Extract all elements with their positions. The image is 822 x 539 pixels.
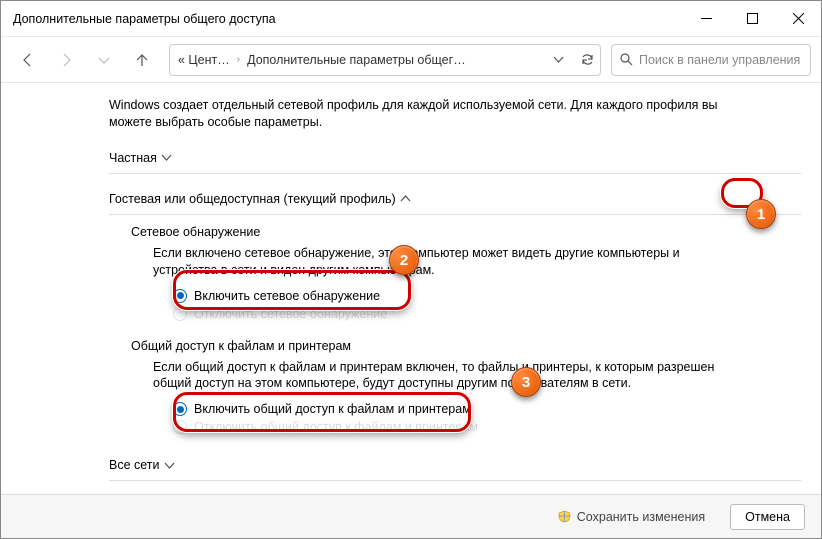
save-button[interactable]: Сохранить изменения [543, 504, 720, 530]
window-title: Дополнительные параметры общего доступа [13, 12, 276, 26]
highlight-3 [173, 392, 471, 432]
section-guest-title: Гостевая или общедоступная (текущий проф… [109, 192, 396, 206]
breadcrumb-root[interactable]: « Цент… [176, 53, 232, 67]
section-all-title: Все сети [109, 458, 160, 472]
section-private[interactable]: Частная [109, 143, 801, 174]
cancel-label: Отмена [745, 510, 790, 524]
forward-button[interactable] [49, 43, 83, 77]
intro-text: Windows создает отдельный сетевой профил… [109, 97, 801, 131]
breadcrumb-leaf[interactable]: Дополнительные параметры общег… [245, 53, 468, 67]
badge-1: 1 [746, 199, 776, 229]
footer: Сохранить изменения Отмена [1, 494, 821, 538]
chevron-down-icon [157, 152, 177, 163]
address-bar[interactable]: « Цент… › Дополнительные параметры общег… [169, 44, 601, 76]
maximize-button[interactable] [729, 1, 775, 37]
refresh-icon[interactable] [581, 53, 594, 66]
shield-icon [558, 510, 571, 523]
section-all[interactable]: Все сети [109, 450, 801, 481]
search-placeholder: Поиск в панели управления [639, 53, 800, 67]
chevron-down-icon [160, 460, 180, 471]
highlight-2 [173, 270, 411, 310]
titlebar: Дополнительные параметры общего доступа [1, 1, 821, 37]
chevron-right-icon: › [232, 54, 245, 65]
back-button[interactable] [11, 43, 45, 77]
recent-button[interactable] [87, 43, 121, 77]
sharing-title: Общий доступ к файлам и принтерам [131, 339, 801, 353]
minimize-button[interactable] [683, 1, 729, 37]
up-button[interactable] [125, 43, 159, 77]
chevron-down-icon[interactable] [552, 53, 565, 66]
section-guest[interactable]: Гостевая или общедоступная (текущий проф… [109, 184, 801, 215]
badge-2: 2 [389, 245, 419, 275]
badge-3: 3 [511, 367, 541, 397]
close-button[interactable] [775, 1, 821, 37]
chevron-up-icon [396, 193, 416, 204]
sharing-desc: Если общий доступ к файлам и принтерам в… [153, 359, 801, 393]
discovery-title: Сетевое обнаружение [131, 225, 801, 239]
navbar: « Цент… › Дополнительные параметры общег… [1, 37, 821, 83]
save-label: Сохранить изменения [577, 510, 705, 524]
search-input[interactable]: Поиск в панели управления [611, 44, 811, 76]
window-controls [683, 1, 821, 37]
cancel-button[interactable]: Отмена [730, 504, 805, 530]
section-private-title: Частная [109, 151, 157, 165]
search-icon [620, 53, 633, 66]
